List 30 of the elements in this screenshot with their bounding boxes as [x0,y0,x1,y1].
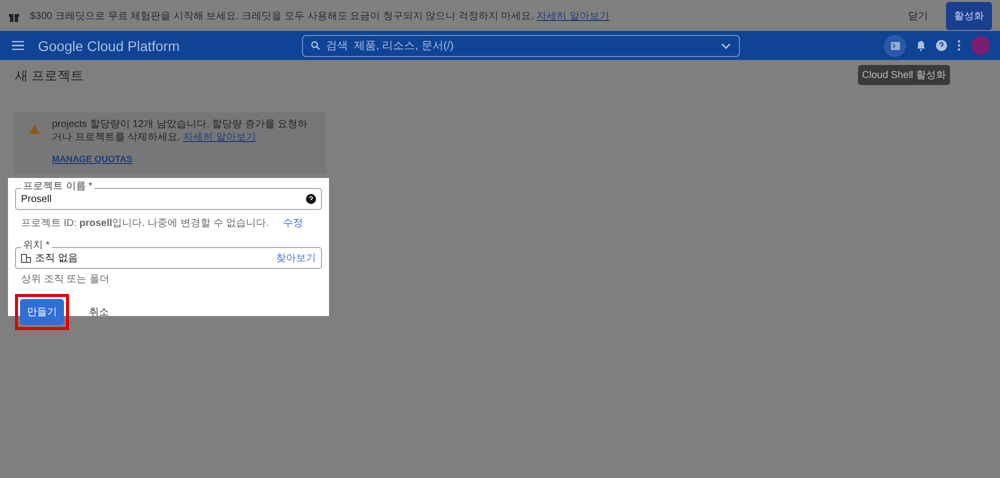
search-icon [311,41,320,50]
cancel-button[interactable]: 취소 [83,304,115,320]
field-value: 조직 없음 [35,252,78,265]
field-label: 프로젝트 이름 * [21,181,94,193]
field-label: 위치 * [21,240,52,252]
terminal-icon [890,42,900,50]
quota-text: projects 할당량이 12개 남았습니다. 할당량 증가를 요청하거나 프로젝트를 삭제하세요. 자세히 알아보기 [52,119,308,143]
bell-icon[interactable] [916,40,926,51]
chevron-down-icon [721,42,731,48]
field-value: Prosell [21,194,52,204]
search-field[interactable]: 검색 제품, 리소스, 문서(/) [302,34,740,56]
banner-text: $300 크레딧으로 무료 체험판을 시작해 보세요. 크레딧을 모두 사용해도 요금이 청구되지 않으니 걱정하지 마세요. 자세히 알아보기 [30,10,610,22]
learn-more-link[interactable]: 자세히 알아보기 [536,10,610,22]
tooltip: Cloud Shell 활성화 [858,64,950,84]
dismiss-button[interactable]: 닫기 [900,4,936,26]
more-icon[interactable] [957,40,961,51]
activate-button[interactable]: 활성화 [946,2,992,30]
search-placeholder: 검색 제품, 리소스, 문서(/) [326,39,454,53]
menu-icon[interactable] [12,41,24,50]
edit-link[interactable]: 수정 [282,216,303,230]
building-icon [21,254,31,262]
location-hint: 상위 조직 또는 폴더 [21,273,110,286]
browse-link[interactable]: 찾아보기 [276,251,316,265]
project-id-hint: 프로젝트 ID: prosell입니다. 나중에 변경할 수 없습니다. [21,217,269,230]
warning-icon [29,125,40,134]
terminal-button[interactable] [884,34,906,56]
help-icon[interactable] [306,194,316,204]
page-title: 새 프로젝트 [15,67,84,85]
app-title: Google Cloud Platform [38,38,181,54]
create-button[interactable]: 만들기 [20,299,64,325]
